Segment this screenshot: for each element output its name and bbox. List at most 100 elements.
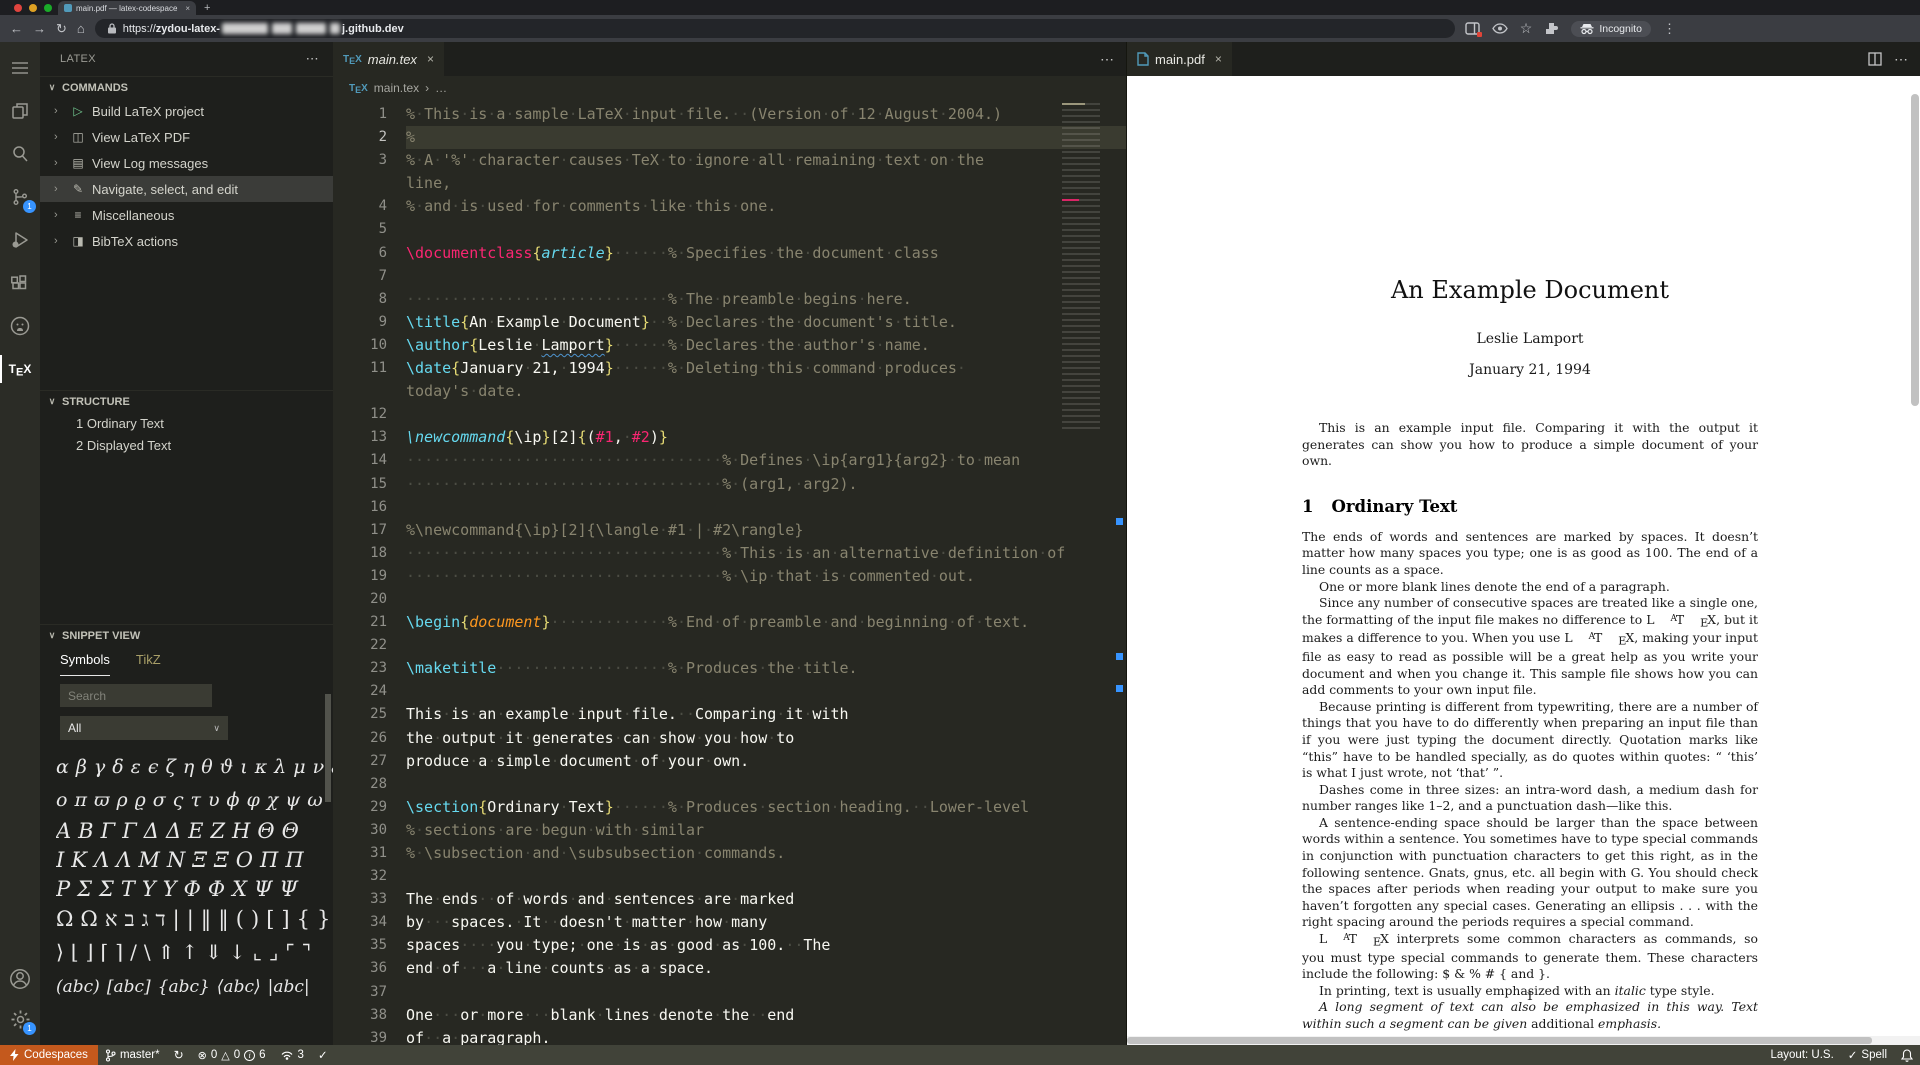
code-line[interactable]: 8 ·····························%·The·prea… <box>333 288 1126 311</box>
tab-close-icon[interactable]: × <box>427 52 434 66</box>
structure-item[interactable]: 2 Displayed Text <box>40 434 333 456</box>
structure-item[interactable]: 1 Ordinary Text <box>40 412 333 434</box>
tab-close-icon[interactable]: × <box>1215 52 1222 66</box>
symbol-snippet[interactable]: δ <box>112 750 123 784</box>
minimap[interactable] <box>1062 103 1100 431</box>
symbol-snippet[interactable]: ⇑ <box>158 935 175 970</box>
symbol-snippet[interactable]: ‖ <box>218 904 229 935</box>
browser-menu-icon[interactable]: ⋮ <box>1663 21 1676 37</box>
symbol-snippet[interactable]: φ <box>246 784 259 817</box>
settings-gear-icon[interactable]: 1 <box>0 999 40 1039</box>
format-check-indicator[interactable]: ✓ <box>311 1045 335 1065</box>
symbol-snippet[interactable]: ↑ <box>181 935 198 970</box>
symbol-snippet[interactable]: Σ <box>99 875 114 904</box>
symbol-snippet[interactable]: ⌝ <box>302 935 311 970</box>
latex-workshop-icon[interactable]: TEX <box>0 349 40 389</box>
symbol-snippet[interactable]: Γ <box>101 817 116 846</box>
symbol-snippet[interactable]: ⟩ <box>56 935 64 970</box>
source-control-icon[interactable]: 1 <box>0 177 40 217</box>
code-line[interactable]: 32 <box>333 865 1126 888</box>
code-line[interactable]: 24 <box>333 680 1126 703</box>
symbol-snippet[interactable]: ι <box>240 750 247 784</box>
symbol-snippet[interactable]: Λ <box>116 846 131 875</box>
symbol-snippet[interactable]: τ <box>190 784 201 817</box>
symbol-snippet[interactable]: N <box>167 846 185 875</box>
symbol-snippet[interactable]: χ <box>267 784 279 817</box>
code-line[interactable]: 9 \title{An·Example·Document}··%·Declares… <box>333 311 1126 334</box>
code-line[interactable]: 31 %·\subsection·and·\subsubsection·comma… <box>333 842 1126 865</box>
symbol-snippet[interactable]: E <box>188 817 203 846</box>
code-line[interactable]: 5 <box>333 218 1126 241</box>
code-line[interactable]: 34 by···spaces.·It··doesn't·matter·how·ma… <box>333 911 1126 934</box>
symbol-snippet[interactable]: Υ <box>142 875 156 904</box>
pdf-actions-icon[interactable]: ⋯ <box>1894 51 1908 68</box>
symbol-snippet[interactable]: ϱ <box>135 784 146 817</box>
symbol-snippet[interactable]: Δ <box>144 817 159 846</box>
symbol-snippet[interactable]: ] <box>281 904 289 935</box>
layout-indicator[interactable]: Layout: U.S. <box>1763 1049 1840 1061</box>
snippet-scrollbar[interactable] <box>325 694 331 802</box>
code-line[interactable]: 23 \maketitle···················%·Produce… <box>333 657 1126 680</box>
symbol-snippet[interactable]: Θ <box>282 817 299 846</box>
symbol-snippet[interactable]: Γ <box>122 817 137 846</box>
new-tab-button[interactable]: + <box>204 3 210 15</box>
symbol-snippet[interactable]: | <box>187 904 194 935</box>
symbol-snippet[interactable]: ) <box>251 904 259 935</box>
code-line[interactable]: 36 end·of···a·line·counts·as·a·space. <box>333 957 1126 980</box>
code-line[interactable]: 30 %·sections·are·begun·with·similar <box>333 819 1126 842</box>
bookmark-star-icon[interactable]: ☆ <box>1520 20 1533 37</box>
symbol-snippet[interactable]: υ <box>208 784 220 817</box>
editor-actions-icon[interactable]: ⋯ <box>1100 51 1114 68</box>
symbol-snippet[interactable]: π <box>74 784 87 817</box>
code-line[interactable]: 39 of··a·paragraph. <box>333 1027 1126 1045</box>
symbol-snippet[interactable]: [abc] <box>107 970 151 1002</box>
symbol-snippet[interactable]: {abc} <box>158 970 210 1002</box>
symbol-snippet[interactable]: Δ <box>166 817 181 846</box>
code-line[interactable]: 2% <box>333 126 1126 150</box>
symbol-snippet[interactable]: Π <box>260 846 278 875</box>
symbol-snippet[interactable]: η <box>183 750 194 784</box>
symbol-snippet[interactable]: Ξ <box>192 846 207 875</box>
side-panel-icon[interactable] <box>1465 22 1482 37</box>
run-debug-icon[interactable] <box>0 220 40 260</box>
window-zoom-button[interactable] <box>44 4 52 12</box>
symbol-snippet[interactable]: Φ <box>208 875 225 904</box>
account-icon[interactable] <box>0 959 40 999</box>
symbol-snippet[interactable]: ω <box>307 784 323 817</box>
code-line[interactable]: 15 ···································%·(… <box>333 473 1126 496</box>
symbol-snippet[interactable]: ν <box>313 750 325 784</box>
back-button[interactable]: ← <box>10 22 23 35</box>
code-line[interactable]: 27 produce·a·simple·document·of·your·own. <box>333 750 1126 773</box>
code-line[interactable]: 16 <box>333 496 1126 519</box>
symbol-snippet[interactable]: | <box>173 904 180 935</box>
code-line[interactable]: 26 the·output·it·generates·can·show·you·h… <box>333 727 1126 750</box>
symbol-snippet[interactable]: σ <box>153 784 166 817</box>
code-line-wrap[interactable]: line, <box>333 172 1126 195</box>
symbol-snippet[interactable]: Λ <box>94 846 109 875</box>
code-line[interactable]: 18 ···································%·T… <box>333 542 1126 565</box>
symbol-snippet[interactable]: T <box>121 875 135 904</box>
symbol-snippet[interactable]: H <box>232 817 250 846</box>
branch-indicator[interactable]: master* <box>98 1045 167 1065</box>
symbol-snippet[interactable]: Θ <box>257 817 274 846</box>
symbol-snippet[interactable]: ζ <box>166 750 176 784</box>
split-editor-icon[interactable] <box>1868 52 1882 66</box>
symbol-snippet[interactable]: } <box>317 904 330 935</box>
forward-button[interactable]: → <box>33 22 46 35</box>
symbol-snippet[interactable]: ς <box>173 784 184 817</box>
codespaces-remote-indicator[interactable]: Codespaces <box>0 1045 98 1065</box>
symbol-snippet[interactable]: { <box>297 904 310 935</box>
symbol-snippet[interactable]: I <box>56 846 64 875</box>
tab-tikz[interactable]: TikZ <box>136 652 161 676</box>
symbol-snippet[interactable]: ⌈ <box>100 935 108 970</box>
code-line[interactable]: 37 <box>333 981 1126 1004</box>
window-minimize-button[interactable] <box>29 4 37 12</box>
symbol-snippet[interactable]: ϕ <box>227 784 240 817</box>
search-icon[interactable] <box>0 134 40 174</box>
symbol-snippet[interactable]: Υ <box>163 875 177 904</box>
extensions-puzzle-icon[interactable] <box>1544 21 1559 36</box>
window-close-button[interactable] <box>14 4 22 12</box>
code-line[interactable]: 17 %\newcommand{\ip}[2]{\langle·#1·|·#2\r… <box>333 519 1126 542</box>
pdf-horizontal-scrollbar[interactable] <box>1127 1036 1920 1045</box>
code-line[interactable]: 7 <box>333 265 1126 288</box>
